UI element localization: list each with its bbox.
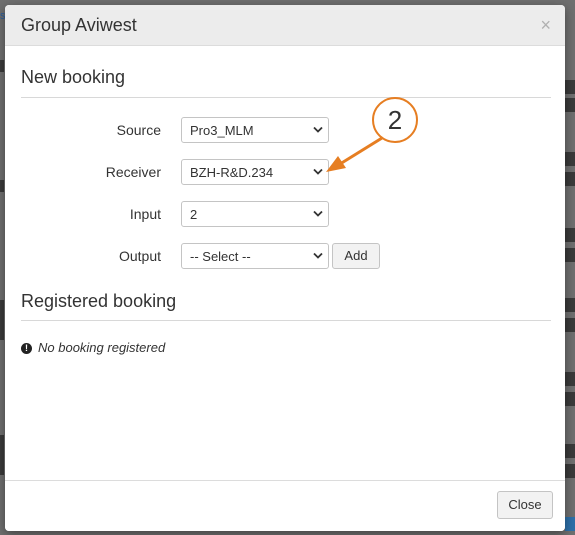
callout-arrow-icon	[326, 136, 383, 172]
step-callout: 2	[372, 97, 418, 143]
